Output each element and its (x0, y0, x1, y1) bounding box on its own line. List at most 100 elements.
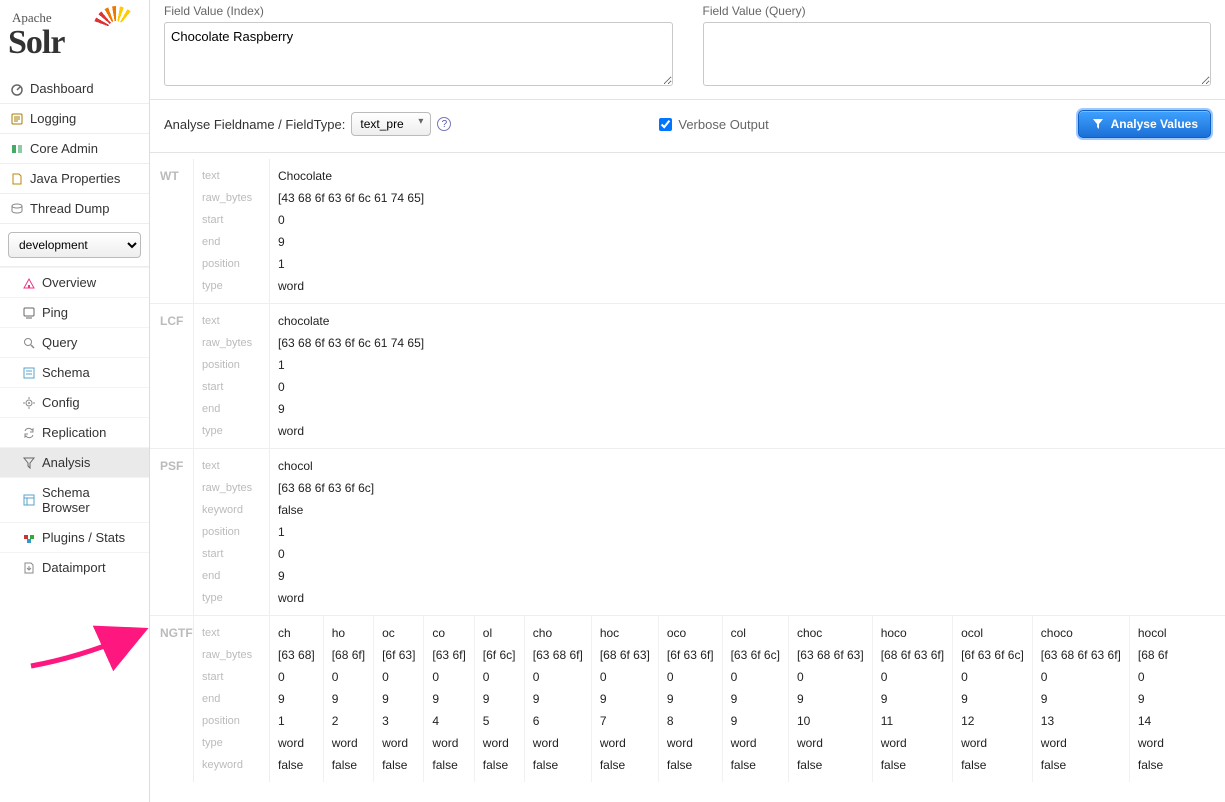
nav-item-thread-dump[interactable]: Thread Dump (0, 194, 149, 224)
token-value: 3 (382, 710, 415, 732)
phase-name: NGTF (150, 616, 194, 782)
token-value: word (961, 732, 1024, 754)
subnav-item-schema-browser[interactable]: Schema Browser (0, 477, 149, 522)
token-value: 9 (600, 688, 650, 710)
logging-icon (10, 112, 24, 126)
token-value: [6f 63 6f 6c] (961, 644, 1024, 666)
token-value: 9 (1041, 688, 1121, 710)
subnav-item-config[interactable]: Config (0, 387, 149, 417)
token-value: false (600, 754, 650, 776)
nav-item-logging[interactable]: Logging (0, 104, 149, 134)
token-value: 9 (483, 688, 516, 710)
token-value: word (600, 732, 650, 754)
analyse-values-button[interactable]: Analyse Values (1078, 110, 1211, 138)
token-value: word (278, 587, 1217, 609)
main-nav: DashboardLoggingCore AdminJava Propertie… (0, 74, 149, 224)
query-field-textarea[interactable] (703, 22, 1212, 86)
token-col: cho[63 68 6f]096wordfalse (525, 616, 592, 782)
token-value: word (278, 275, 1217, 297)
attr-label: start (202, 543, 261, 565)
token-value: chocol (278, 455, 1217, 477)
token-col: col[63 6f 6c]099wordfalse (723, 616, 789, 782)
token-value: [68 6f] (332, 644, 365, 666)
token-value: false (332, 754, 365, 776)
token-value: 0 (797, 666, 864, 688)
token-values: Chocolate[43 68 6f 63 6f 6c 61 74 65]091… (270, 159, 1225, 303)
token-value: 0 (961, 666, 1024, 688)
attr-labels: textraw_byteskeywordpositionstartendtype (194, 449, 270, 615)
attr-label: start (202, 376, 261, 398)
thread-dump-icon (10, 202, 24, 216)
token-value: [63 68 6f 63 6f 6c] (278, 477, 1217, 499)
token-value: 0 (600, 666, 650, 688)
token-value: word (533, 732, 583, 754)
attr-label: end (202, 231, 261, 253)
verbose-checkbox[interactable] (659, 118, 672, 131)
token-value: 9 (278, 688, 315, 710)
token-value: 9 (382, 688, 415, 710)
token-value: ch (278, 622, 315, 644)
token-value: [43 68 6f 63 6f 6c 61 74 65] (278, 187, 1217, 209)
nav-item-java-properties[interactable]: Java Properties (0, 164, 149, 194)
token-col: chocol[63 68 6f 63 6f 6c]false109word (270, 449, 1225, 615)
analysis-icon (22, 456, 36, 470)
phase-name: LCF (150, 304, 194, 448)
token-value: false (667, 754, 714, 776)
index-field-textarea[interactable] (164, 22, 673, 86)
token-value: 1 (278, 710, 315, 732)
core-subnav: OverviewPingQuerySchemaConfigReplication… (0, 266, 149, 582)
token-value: 1 (278, 354, 1217, 376)
token-value: ocol (961, 622, 1024, 644)
token-value: false (1138, 754, 1172, 776)
token-value: 0 (731, 666, 780, 688)
nav-item-core-admin[interactable]: Core Admin (0, 134, 149, 164)
core-selector[interactable]: development (8, 232, 141, 258)
token-value: [63 68 6f 63 6f] (1041, 644, 1121, 666)
token-value: word (1138, 732, 1172, 754)
attr-label: text (202, 310, 261, 332)
nav-item-dashboard[interactable]: Dashboard (0, 74, 149, 104)
token-col: ho[68 6f]092wordfalse (324, 616, 374, 782)
subnav-item-replication[interactable]: Replication (0, 417, 149, 447)
subnav-item-analysis[interactable]: Analysis (0, 447, 149, 477)
token-value: word (797, 732, 864, 754)
token-value: 4 (432, 710, 465, 732)
solr-sun-icon (93, 6, 139, 52)
attr-label: start (202, 666, 261, 688)
attr-labels: textraw_bytesstartendpositiontypekeyword (194, 616, 270, 782)
token-values: chocolate[63 68 6f 63 6f 6c 61 74 65]109… (270, 304, 1225, 448)
subnav-item-plugins-stats[interactable]: Plugins / Stats (0, 522, 149, 552)
token-col: co[63 6f]094wordfalse (424, 616, 474, 782)
token-value: hoco (881, 622, 944, 644)
token-value: 8 (667, 710, 714, 732)
help-icon[interactable]: ? (437, 117, 451, 131)
token-col: ol[6f 6c]095wordfalse (475, 616, 525, 782)
subnav-item-schema[interactable]: Schema (0, 357, 149, 387)
subnav-item-query[interactable]: Query (0, 327, 149, 357)
token-value: 10 (797, 710, 864, 732)
subnav-item-ping[interactable]: Ping (0, 297, 149, 327)
token-value: 0 (278, 376, 1217, 398)
token-value: [6f 63 6f] (667, 644, 714, 666)
subnav-item-overview[interactable]: Overview (0, 267, 149, 297)
replication-icon (22, 426, 36, 440)
token-col: Chocolate[43 68 6f 63 6f 6c 61 74 65]091… (270, 159, 1225, 303)
attr-label: raw_bytes (202, 332, 261, 354)
attr-label: type (202, 732, 261, 754)
attr-label: position (202, 521, 261, 543)
fieldtype-select[interactable]: text_pre (351, 112, 431, 136)
token-value: chocolate (278, 310, 1217, 332)
token-value: 9 (278, 565, 1217, 587)
token-col: choc[63 68 6f 63]0910wordfalse (789, 616, 873, 782)
token-value: 9 (731, 688, 780, 710)
subnav-item-dataimport[interactable]: Dataimport (0, 552, 149, 582)
token-value: word (332, 732, 365, 754)
attr-label: end (202, 398, 261, 420)
token-value: 0 (667, 666, 714, 688)
token-value: 9 (797, 688, 864, 710)
verbose-label[interactable]: Verbose Output (678, 117, 768, 132)
token-value: [63 68 6f 63 6f 6c 61 74 65] (278, 332, 1217, 354)
attr-label: position (202, 354, 261, 376)
attr-label: text (202, 455, 261, 477)
core-select[interactable]: development (8, 232, 141, 258)
